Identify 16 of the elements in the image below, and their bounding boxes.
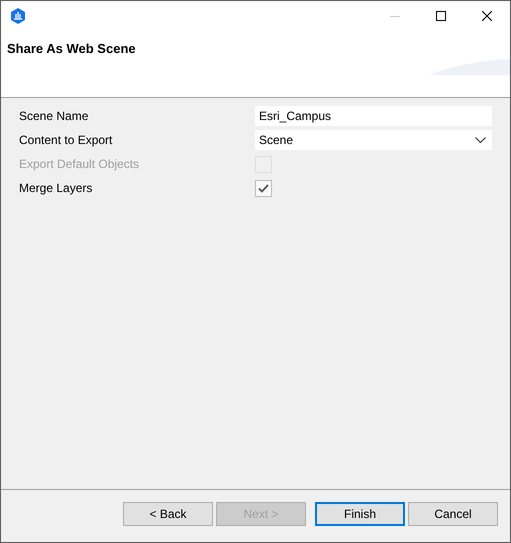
checkbox[interactable] <box>255 180 272 196</box>
field-label: Export Default Objects <box>19 157 140 171</box>
field-label: Merge Layers <box>19 181 94 195</box>
dialog-button[interactable]: < Back <box>123 502 213 526</box>
field-label: Content to Export <box>19 133 114 147</box>
close-icon <box>482 11 492 21</box>
dialog-button[interactable]: Cancel <box>408 502 498 526</box>
app-icon <box>10 8 26 24</box>
scene-name-field[interactable]: Esri_Campus <box>255 106 492 126</box>
chevron-down-icon <box>475 137 486 143</box>
content-dropdown[interactable]: Scene <box>255 130 492 150</box>
dialog-title: Share As Web Scene <box>6 40 137 56</box>
dialog-button[interactable]: Finish <box>315 502 405 526</box>
checkmark-icon <box>258 184 269 192</box>
maximize-icon <box>436 11 446 21</box>
field-label: Scene Name <box>19 109 90 123</box>
